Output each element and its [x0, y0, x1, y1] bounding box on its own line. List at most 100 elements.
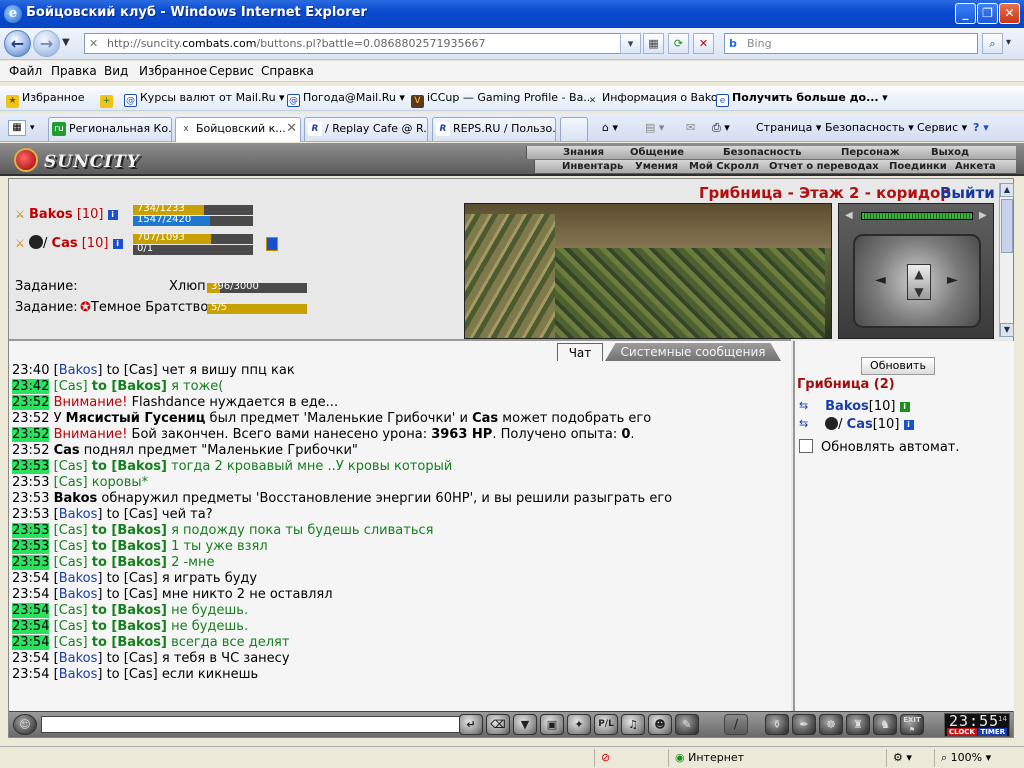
volume-icon[interactable]: ♫ [621, 714, 645, 735]
chat-time[interactable]: 23:54 [12, 587, 49, 602]
search-options-icon[interactable]: ▾ [1006, 37, 1011, 48]
fav-link-more[interactable]: e Получить больше до... ▾ [716, 91, 888, 107]
chat-sender[interactable]: Bakos [59, 571, 98, 586]
chat-time[interactable]: 23:54 [12, 571, 49, 586]
restore-button[interactable]: ❐ [977, 3, 998, 24]
player-name[interactable]: Cas [52, 236, 78, 251]
mail-icon[interactable]: ✉ [686, 121, 695, 134]
chat-time[interactable]: 23:53 [12, 459, 50, 474]
search-input[interactable]: b Bing [724, 33, 978, 54]
fav-link-weather[interactable]: @ Погода@Mail.Ru ▾ [287, 91, 405, 107]
fav-link-rates[interactable]: @ Курсы валют от Mail.Ru ▾ [124, 91, 285, 107]
chat-sender[interactable]: Cas [59, 603, 83, 618]
tab-close-icon[interactable]: ✕ [286, 118, 297, 140]
timer-label[interactable]: TIMER [978, 728, 1007, 736]
chat-time[interactable]: 23:52 [12, 395, 50, 410]
book-icon[interactable]: ☸ [819, 714, 843, 735]
chat-recipient[interactable]: to [Bakos] [92, 635, 167, 650]
search-button[interactable]: ⌕ [982, 33, 1003, 54]
refresh-icon[interactable]: ⟳ [668, 33, 689, 54]
forward-button[interactable]: → [33, 30, 60, 57]
fav-link-bakos[interactable]: ✕ Информация о Bakos [586, 91, 724, 108]
tab-regional[interactable]: ru Региональная Ко... [48, 117, 172, 141]
chat-sender[interactable]: Cas [59, 635, 83, 650]
chat-time[interactable]: 23:53 [12, 539, 50, 554]
private-arrows-icon[interactable]: ⇆ [799, 417, 821, 431]
home-icon[interactable]: ⌂ ▾ [602, 121, 618, 134]
nav-profile[interactable]: Анкета [955, 160, 996, 173]
move-left-button[interactable]: ◄ [875, 272, 886, 288]
chat-sender[interactable]: Bakos [59, 651, 98, 666]
quick-tabs-icon[interactable]: ▦ [8, 120, 26, 136]
chat-recipient[interactable]: Cas [129, 363, 153, 378]
info-icon[interactable]: i [107, 210, 118, 220]
tab-replay-cafe[interactable]: R / Replay Cafe @ R... [304, 117, 428, 141]
move-forward-button[interactable]: ▲ ▼ [907, 264, 931, 300]
chat-player[interactable]: Cas [472, 411, 498, 426]
chat-input[interactable] [41, 716, 466, 733]
scroll-toggle-icon[interactable]: ⧸ [724, 714, 748, 735]
protected-mode-icon[interactable]: ⚙ ▾ [886, 749, 930, 767]
tab-fight-club[interactable]: x Бойцовский к... ✕ [175, 117, 301, 142]
exit-game-icon[interactable]: EXIT ⚑ [900, 714, 924, 735]
security-menu[interactable]: Безопасность ▾ [825, 121, 914, 134]
send-icon[interactable]: ↵ [459, 714, 483, 735]
nav-knowledge[interactable]: Знания [563, 146, 604, 159]
chat-sender[interactable]: Bakos [59, 363, 98, 378]
menu-help[interactable]: Справка [261, 64, 314, 78]
nav-exit[interactable]: Выход [931, 146, 969, 159]
chat-time[interactable]: 23:53 [12, 507, 49, 522]
zoom-control[interactable]: ⌕ 100% ▾ [934, 749, 1020, 767]
menu-file[interactable]: Файл [9, 64, 42, 78]
chat-sender[interactable]: Cas [59, 555, 83, 570]
compat-view-icon[interactable]: ▦ [643, 33, 664, 54]
add-favorite-button[interactable]: + [100, 91, 116, 108]
chat-time[interactable]: 23:52 [12, 427, 50, 442]
chat-player[interactable]: Cas [54, 443, 80, 458]
chat-time[interactable]: 23:53 [12, 523, 50, 538]
nav-my-scroll[interactable]: Мой Скролл [689, 160, 759, 173]
filter-icon[interactable]: ▼ [513, 714, 537, 735]
back-button[interactable]: ← [4, 30, 31, 57]
turn-right-icon[interactable]: ▶ [979, 210, 987, 221]
chat-recipient[interactable]: Cas [129, 507, 153, 522]
menu-favorites[interactable]: Избранное [139, 64, 207, 78]
chat-sender[interactable]: Bakos [59, 667, 98, 682]
chat-sender[interactable]: Cas [59, 475, 83, 490]
chat-time[interactable]: 23:42 [12, 379, 50, 394]
scroll-down-icon[interactable]: ▼ [1000, 323, 1014, 337]
chat-time[interactable]: 23:53 [12, 475, 49, 490]
chat-time[interactable]: 23:52 [12, 411, 49, 426]
shield-icon[interactable] [266, 237, 278, 251]
history-dropdown-icon[interactable]: ▼ [62, 37, 70, 48]
chat-recipient[interactable]: to [Bakos] [92, 379, 167, 394]
chat-sender[interactable]: Cas [59, 619, 83, 634]
tab-chat[interactable]: Чат [557, 343, 603, 361]
chat-sender[interactable]: Cas [59, 539, 83, 554]
help-icon[interactable]: ? ▾ [973, 121, 989, 134]
turn-left-icon[interactable]: ◀ [845, 210, 853, 221]
room-player-name[interactable]: Cas [847, 417, 873, 432]
chat-recipient[interactable]: Cas [129, 587, 153, 602]
private-arrows-icon[interactable]: ⇆ [799, 399, 821, 413]
tab-system-messages[interactable]: Системные сообщения [605, 343, 781, 361]
chat-time[interactable]: 23:54 [12, 603, 50, 618]
chat-settings-icon[interactable]: ☺ [13, 714, 37, 735]
chat-time[interactable]: 23:54 [12, 651, 49, 666]
chat-sender[interactable]: Bakos [59, 587, 98, 602]
chat-time[interactable]: 23:54 [12, 635, 50, 650]
translit-icon[interactable]: ✎ [675, 714, 699, 735]
chat-time[interactable]: 23:53 [12, 491, 49, 506]
info-scrollbar[interactable]: ▲ ▼ [999, 183, 1014, 337]
nav-security[interactable]: Безопасность [723, 146, 802, 159]
chat-time[interactable]: 23:52 [12, 443, 49, 458]
chat-recipient[interactable]: to [Bakos] [92, 555, 167, 570]
stop-icon[interactable]: ✕ [693, 33, 714, 54]
refresh-button[interactable]: Обновить [861, 357, 935, 375]
private-log-icon[interactable]: P/L [594, 714, 618, 735]
move-right-button[interactable]: ► [947, 272, 958, 288]
guard-icon[interactable]: ♜ [846, 714, 870, 735]
new-tab-button[interactable] [560, 117, 588, 141]
chat-recipient[interactable]: Cas [129, 667, 153, 682]
chat-recipient[interactable]: to [Bakos] [92, 523, 167, 538]
